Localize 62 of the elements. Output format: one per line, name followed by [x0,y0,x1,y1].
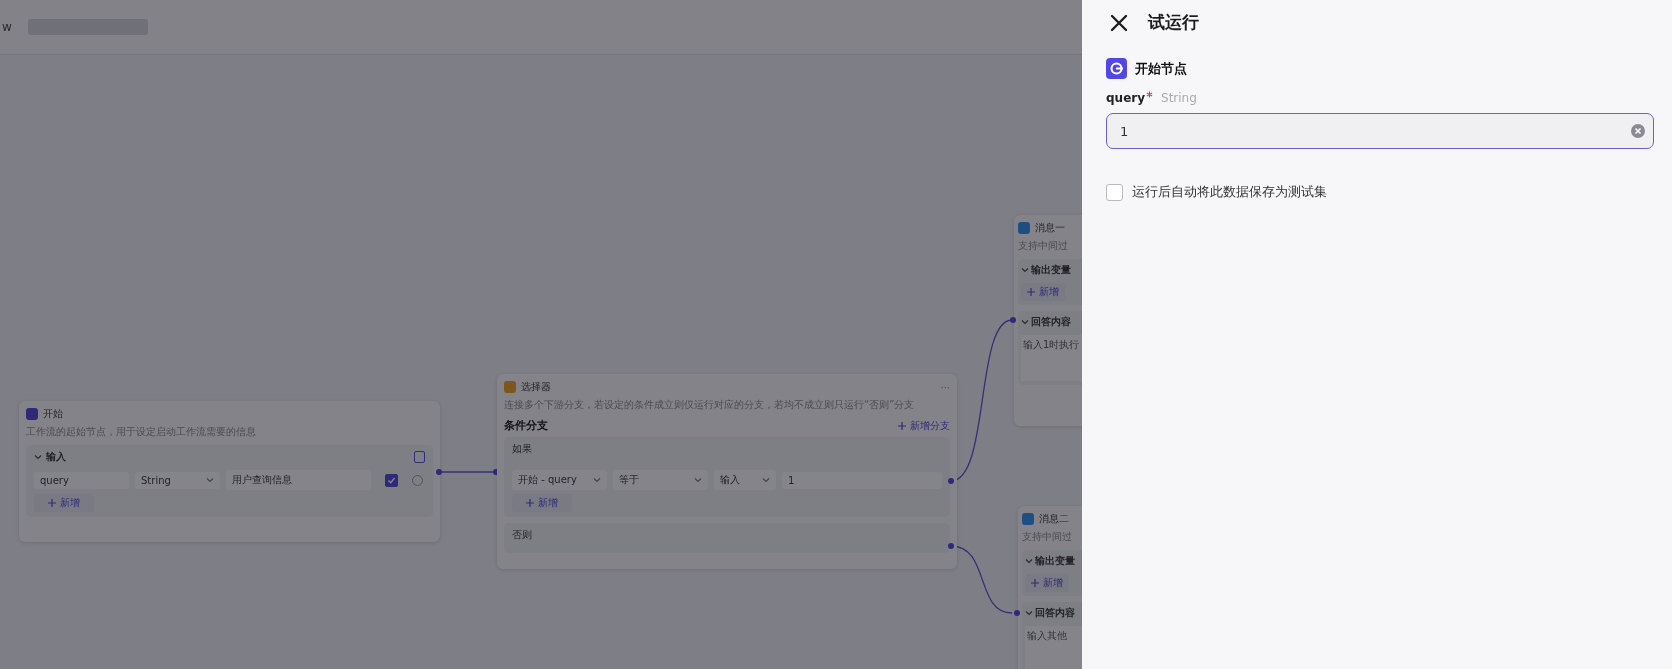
answer-field[interactable]: 输入其他 [1025,626,1082,669]
plus-icon [526,499,534,507]
node-title: 选择器 [521,380,551,394]
param-name-field[interactable]: query [34,471,129,489]
caret-icon[interactable] [206,476,214,484]
toolbar-text: w [2,20,12,34]
port-dot[interactable] [1014,610,1020,616]
branch-label: 如果 [512,442,533,456]
param-type-select[interactable]: String [135,471,220,489]
condition-value-field[interactable]: 1 [782,471,942,489]
port-dot[interactable] [1010,317,1016,323]
plus-icon [1031,579,1039,587]
caret-icon[interactable] [762,476,770,484]
message-node-icon [1022,513,1034,525]
required-checkbox[interactable] [385,473,398,487]
checkmark-icon [387,475,396,485]
add-branch-button[interactable]: 新增分支 [898,418,950,433]
value-type-select[interactable]: 输入 [714,470,776,490]
condition-variable-select[interactable]: 开始 - query [512,470,607,490]
port-dot[interactable] [948,543,954,549]
more-button[interactable]: ··· [940,381,950,393]
add-button[interactable]: 新增 [34,494,94,512]
clear-icon[interactable] [1631,124,1645,138]
node-title: 开始节点 [1135,59,1187,78]
message-node-icon [1018,222,1030,234]
chevron-icon[interactable] [34,453,42,461]
selector-node-icon [504,381,516,393]
caret-icon[interactable] [593,476,601,484]
start-node-icon [26,408,38,420]
section-title: 输出变量 [1031,263,1071,277]
operator-select[interactable]: 等于 [613,470,708,490]
section-title: 输出变量 [1035,554,1075,568]
exit-icon[interactable] [414,451,425,463]
plus-icon [898,421,906,430]
plus-icon [48,499,56,507]
query-input-field[interactable]: 1 [1106,113,1654,149]
param-description-field[interactable]: 用户查询信息 [226,470,371,490]
start-node-icon [1106,58,1127,79]
panel-title: 试运行 [1148,11,1199,34]
section-title: 回答内容 [1031,315,1071,329]
connector-line [439,471,495,473]
section-title: 条件分支 [504,418,548,433]
node-title: 开始 [43,407,63,421]
branch-label: 否则 [512,528,533,542]
section-title: 输入 [46,450,66,464]
caret-icon[interactable] [694,476,702,484]
add-button[interactable]: 新增 [1025,574,1069,592]
add-button[interactable]: 新增 [512,494,572,512]
chevron-icon[interactable] [1025,557,1033,565]
add-button[interactable]: 新增 [1021,283,1065,301]
port-dot[interactable] [948,478,954,484]
checkbox-label: 运行后自动将此数据保存为测试集 [1132,183,1327,201]
chevron-icon[interactable] [1021,318,1029,326]
plus-icon [1027,288,1035,296]
field-label: query [1106,91,1145,105]
port-dot[interactable] [436,469,442,475]
section-title: 回答内容 [1035,606,1075,620]
field-type: String [1161,91,1197,105]
answer-field[interactable]: 输入1时执行 [1021,335,1082,381]
chevron-icon[interactable] [1021,266,1029,274]
save-checkbox[interactable] [1106,183,1123,201]
chevron-icon[interactable] [1025,609,1033,617]
